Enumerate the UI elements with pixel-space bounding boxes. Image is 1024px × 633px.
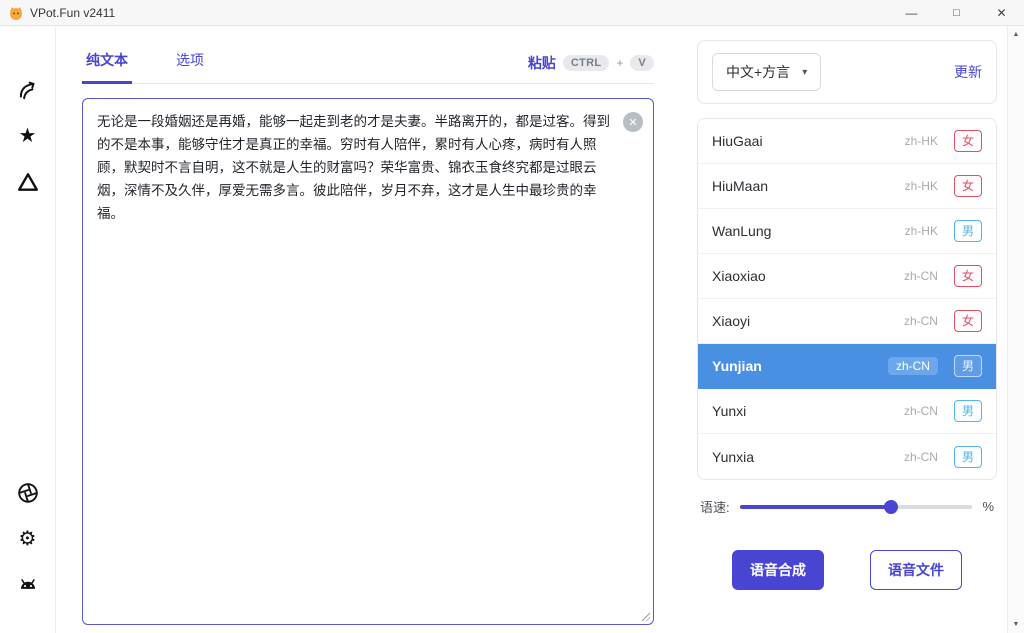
text-input[interactable]: 无论是一段婚姻还是再婚，能够一起走到老的才是夫妻。半路离开的，都是过客。得到的不… <box>82 98 654 625</box>
voice-panel: 中文+方言 ▾ 更新 HiuGaai zh-HK 女 HiuMaan zh-HK 女… <box>684 26 1007 633</box>
voice-row[interactable]: HiuGaai zh-HK 女 <box>698 119 996 164</box>
action-buttons: 语音合成 语音文件 <box>697 550 997 590</box>
slider-thumb[interactable] <box>884 500 898 514</box>
android-icon[interactable] <box>16 573 40 597</box>
voice-locale: zh-HK <box>905 224 938 238</box>
voice-name: Xiaoyi <box>712 313 750 329</box>
voice-name: HiuGaai <box>712 133 763 149</box>
window-controls: — □ ✕ <box>889 0 1024 25</box>
voice-name: Xiaoxiao <box>712 268 766 284</box>
voice-name: HiuMaan <box>712 178 768 194</box>
gender-badge: 女 <box>954 265 982 287</box>
clear-text-icon[interactable]: ✕ <box>623 112 643 132</box>
paste-button[interactable]: 粘贴 <box>528 53 556 73</box>
speed-label: 语速: <box>700 497 730 516</box>
ctrl-key-badge: CTRL <box>563 55 610 71</box>
tab-plain-text[interactable]: 纯文本 <box>82 42 132 84</box>
speed-slider[interactable] <box>740 500 973 514</box>
window-title: VPot.Fun v2411 <box>30 6 115 20</box>
language-dropdown-value: 中文+方言 <box>726 62 790 82</box>
update-link[interactable]: 更新 <box>954 62 982 82</box>
voice-locale: zh-CN <box>888 357 938 375</box>
window-scrollbar[interactable]: ▲ ▼ <box>1007 26 1024 633</box>
voice-locale: zh-CN <box>904 269 938 283</box>
gender-badge: 男 <box>954 355 982 377</box>
voice-locale: zh-HK <box>905 179 938 193</box>
gender-badge: 女 <box>954 175 982 197</box>
editor-panel: 纯文本 选项 粘贴 CTRL + V 无论是一段婚姻还是再婚，能够一起走到老的才… <box>56 26 684 633</box>
minimize-button[interactable]: — <box>889 0 934 25</box>
voice-locale: zh-CN <box>904 450 938 464</box>
tab-options[interactable]: 选项 <box>172 42 208 83</box>
gender-badge: 男 <box>954 400 982 422</box>
maximize-button[interactable]: □ <box>934 0 979 25</box>
voice-row[interactable]: HiuMaan zh-HK 女 <box>698 164 996 209</box>
synthesize-button[interactable]: 语音合成 <box>732 550 824 590</box>
voice-list: HiuGaai zh-HK 女 HiuMaan zh-HK 女 WanLung zh… <box>697 118 997 480</box>
paste-hint: 粘贴 CTRL + V <box>528 53 654 83</box>
gesture-icon[interactable] <box>16 78 40 102</box>
voice-name: Yunjian <box>712 358 762 374</box>
plus-sign: + <box>616 56 623 70</box>
content-area: ★ ⚙ <box>0 26 1024 633</box>
voice-row[interactable]: Yunxia zh-CN 男 <box>698 434 996 479</box>
v-key-badge: V <box>630 55 654 71</box>
gender-badge: 女 <box>954 130 982 152</box>
voice-name: Yunxia <box>712 449 754 465</box>
voice-row[interactable]: Xiaoxiao zh-CN 女 <box>698 254 996 299</box>
app-window: VPot.Fun v2411 — □ ✕ ★ <box>0 0 1024 633</box>
voice-locale: zh-CN <box>904 314 938 328</box>
left-toolbar: ★ ⚙ <box>0 26 56 633</box>
gender-badge: 男 <box>954 220 982 242</box>
language-dropdown[interactable]: 中文+方言 ▾ <box>712 53 821 91</box>
voice-name: Yunxi <box>712 403 746 419</box>
close-button[interactable]: ✕ <box>979 0 1024 25</box>
triangle-icon[interactable] <box>16 170 40 194</box>
settings-gear-icon[interactable]: ⚙ <box>16 527 40 551</box>
chevron-down-icon: ▾ <box>802 67 807 78</box>
gender-badge: 女 <box>954 310 982 332</box>
app-icon <box>8 5 24 21</box>
star-icon[interactable]: ★ <box>16 124 40 148</box>
speed-unit: % <box>982 499 994 514</box>
scroll-up-icon[interactable]: ▲ <box>1013 31 1020 38</box>
speed-row: 语速: % <box>697 497 997 516</box>
voice-locale: zh-HK <box>905 134 938 148</box>
voice-row[interactable]: Xiaoyi zh-CN 女 <box>698 299 996 344</box>
voice-category-card: 中文+方言 ▾ 更新 <box>697 40 997 104</box>
voice-file-button[interactable]: 语音文件 <box>870 550 962 590</box>
voice-name: WanLung <box>712 223 771 239</box>
voice-row-selected[interactable]: Yunjian zh-CN 男 <box>698 344 996 389</box>
gender-badge: 男 <box>954 446 982 468</box>
voice-row[interactable]: WanLung zh-HK 男 <box>698 209 996 254</box>
aperture-icon[interactable] <box>16 481 40 505</box>
tabs: 纯文本 选项 <box>82 42 248 83</box>
voice-locale: zh-CN <box>904 404 938 418</box>
voice-row[interactable]: Yunxi zh-CN 男 <box>698 389 996 434</box>
text-input-wrap: 无论是一段婚姻还是再婚，能够一起走到老的才是夫妻。半路离开的，都是过客。得到的不… <box>82 98 654 625</box>
scroll-down-icon[interactable]: ▼ <box>1013 621 1020 628</box>
tabs-row: 纯文本 选项 粘贴 CTRL + V <box>82 42 654 84</box>
titlebar: VPot.Fun v2411 — □ ✕ <box>0 0 1024 26</box>
